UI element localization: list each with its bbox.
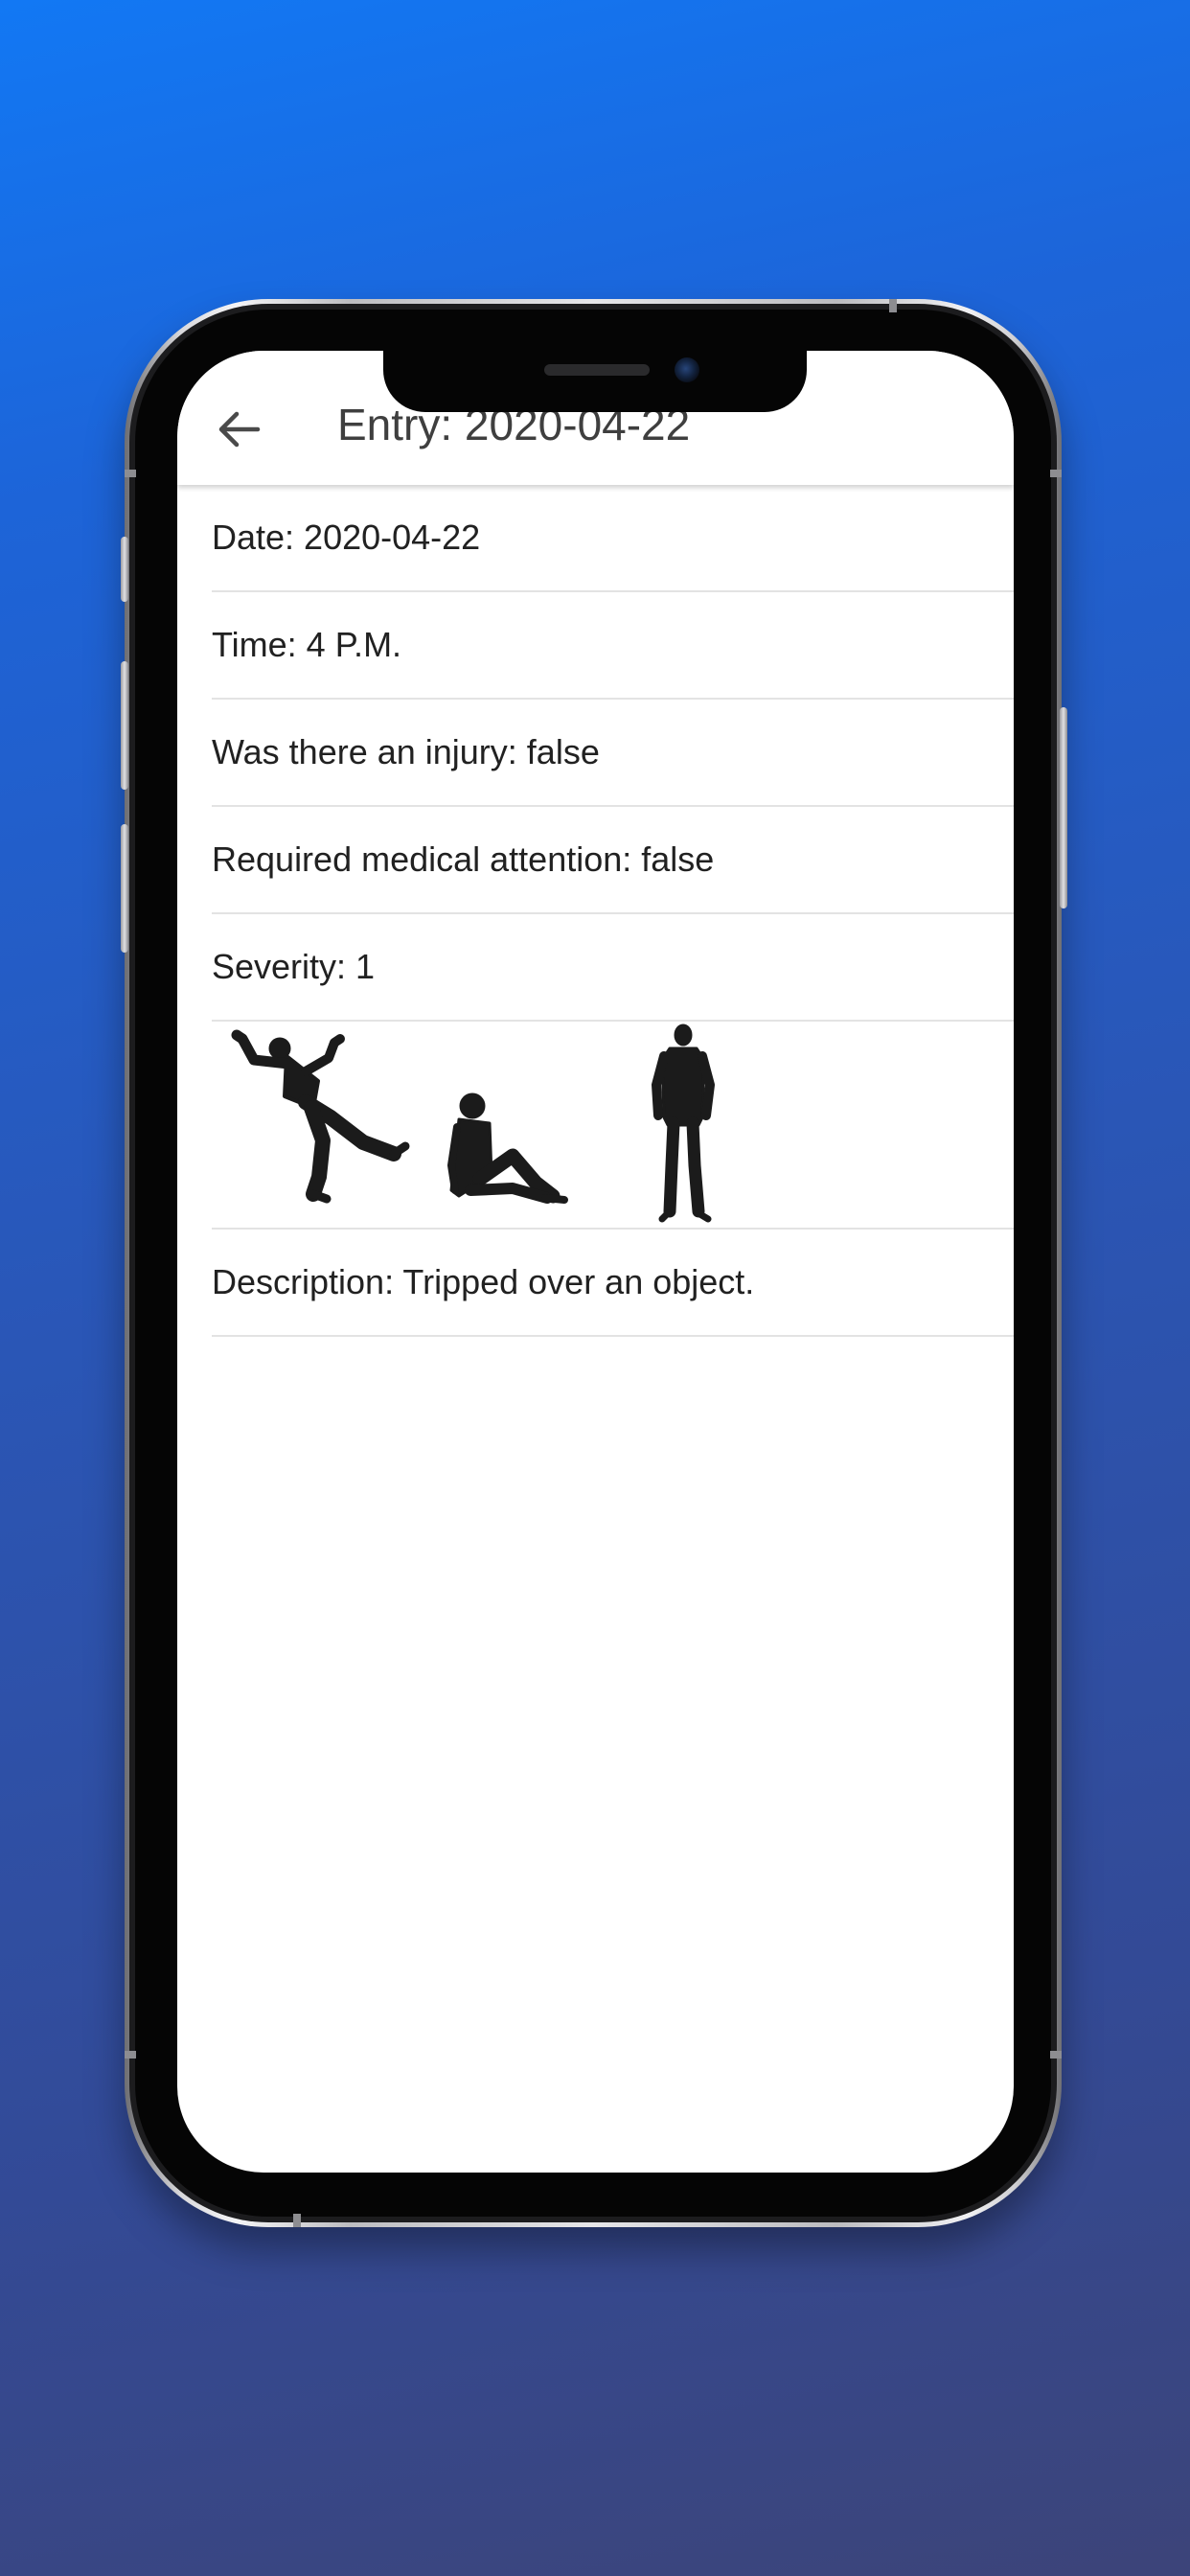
volume-up-button: [121, 661, 128, 790]
power-button: [1060, 707, 1067, 908]
severity-text: Severity: 1: [212, 947, 376, 986]
notch: [383, 351, 807, 412]
person-sitting-icon: [447, 1092, 568, 1204]
person-falling-icon: [231, 1029, 410, 1204]
antenna-line: [293, 2214, 301, 2227]
antenna-line: [1050, 470, 1062, 477]
injury-text: Was there an injury: false: [212, 732, 600, 771]
volume-down-button: [121, 824, 128, 953]
detail-list: Date: 2020-04-22 Time: 4 P.M. Was there …: [212, 485, 1014, 1337]
arrow-left-icon: [218, 411, 261, 448]
date-row: Date: 2020-04-22: [212, 485, 1014, 592]
medical-attention-text: Required medical attention: false: [212, 840, 715, 879]
injury-row: Was there an injury: false: [212, 700, 1014, 807]
antenna-line: [1050, 2051, 1062, 2058]
time-row: Time: 4 P.M.: [212, 592, 1014, 700]
silent-switch: [121, 537, 128, 602]
screen: Entry: 2020-04-22 Date: 2020-04-22 Time:…: [177, 351, 1014, 2173]
time-text: Time: 4 P.M.: [212, 625, 402, 664]
person-standing-icon: [652, 1024, 715, 1223]
incident-image-row: [212, 1022, 1014, 1230]
antenna-line: [125, 2051, 136, 2058]
back-button[interactable]: [210, 401, 267, 458]
speaker-grille: [544, 364, 650, 376]
date-text: Date: 2020-04-22: [212, 518, 481, 557]
antenna-line: [125, 470, 136, 477]
front-camera: [675, 357, 699, 382]
severity-row: Severity: 1: [212, 914, 1014, 1022]
antenna-line: [889, 299, 897, 312]
description-text: Description: Tripped over an object.: [212, 1262, 755, 1301]
incident-image: [212, 1022, 821, 1226]
description-row: Description: Tripped over an object.: [212, 1230, 1014, 1337]
medical-attention-row: Required medical attention: false: [212, 807, 1014, 914]
